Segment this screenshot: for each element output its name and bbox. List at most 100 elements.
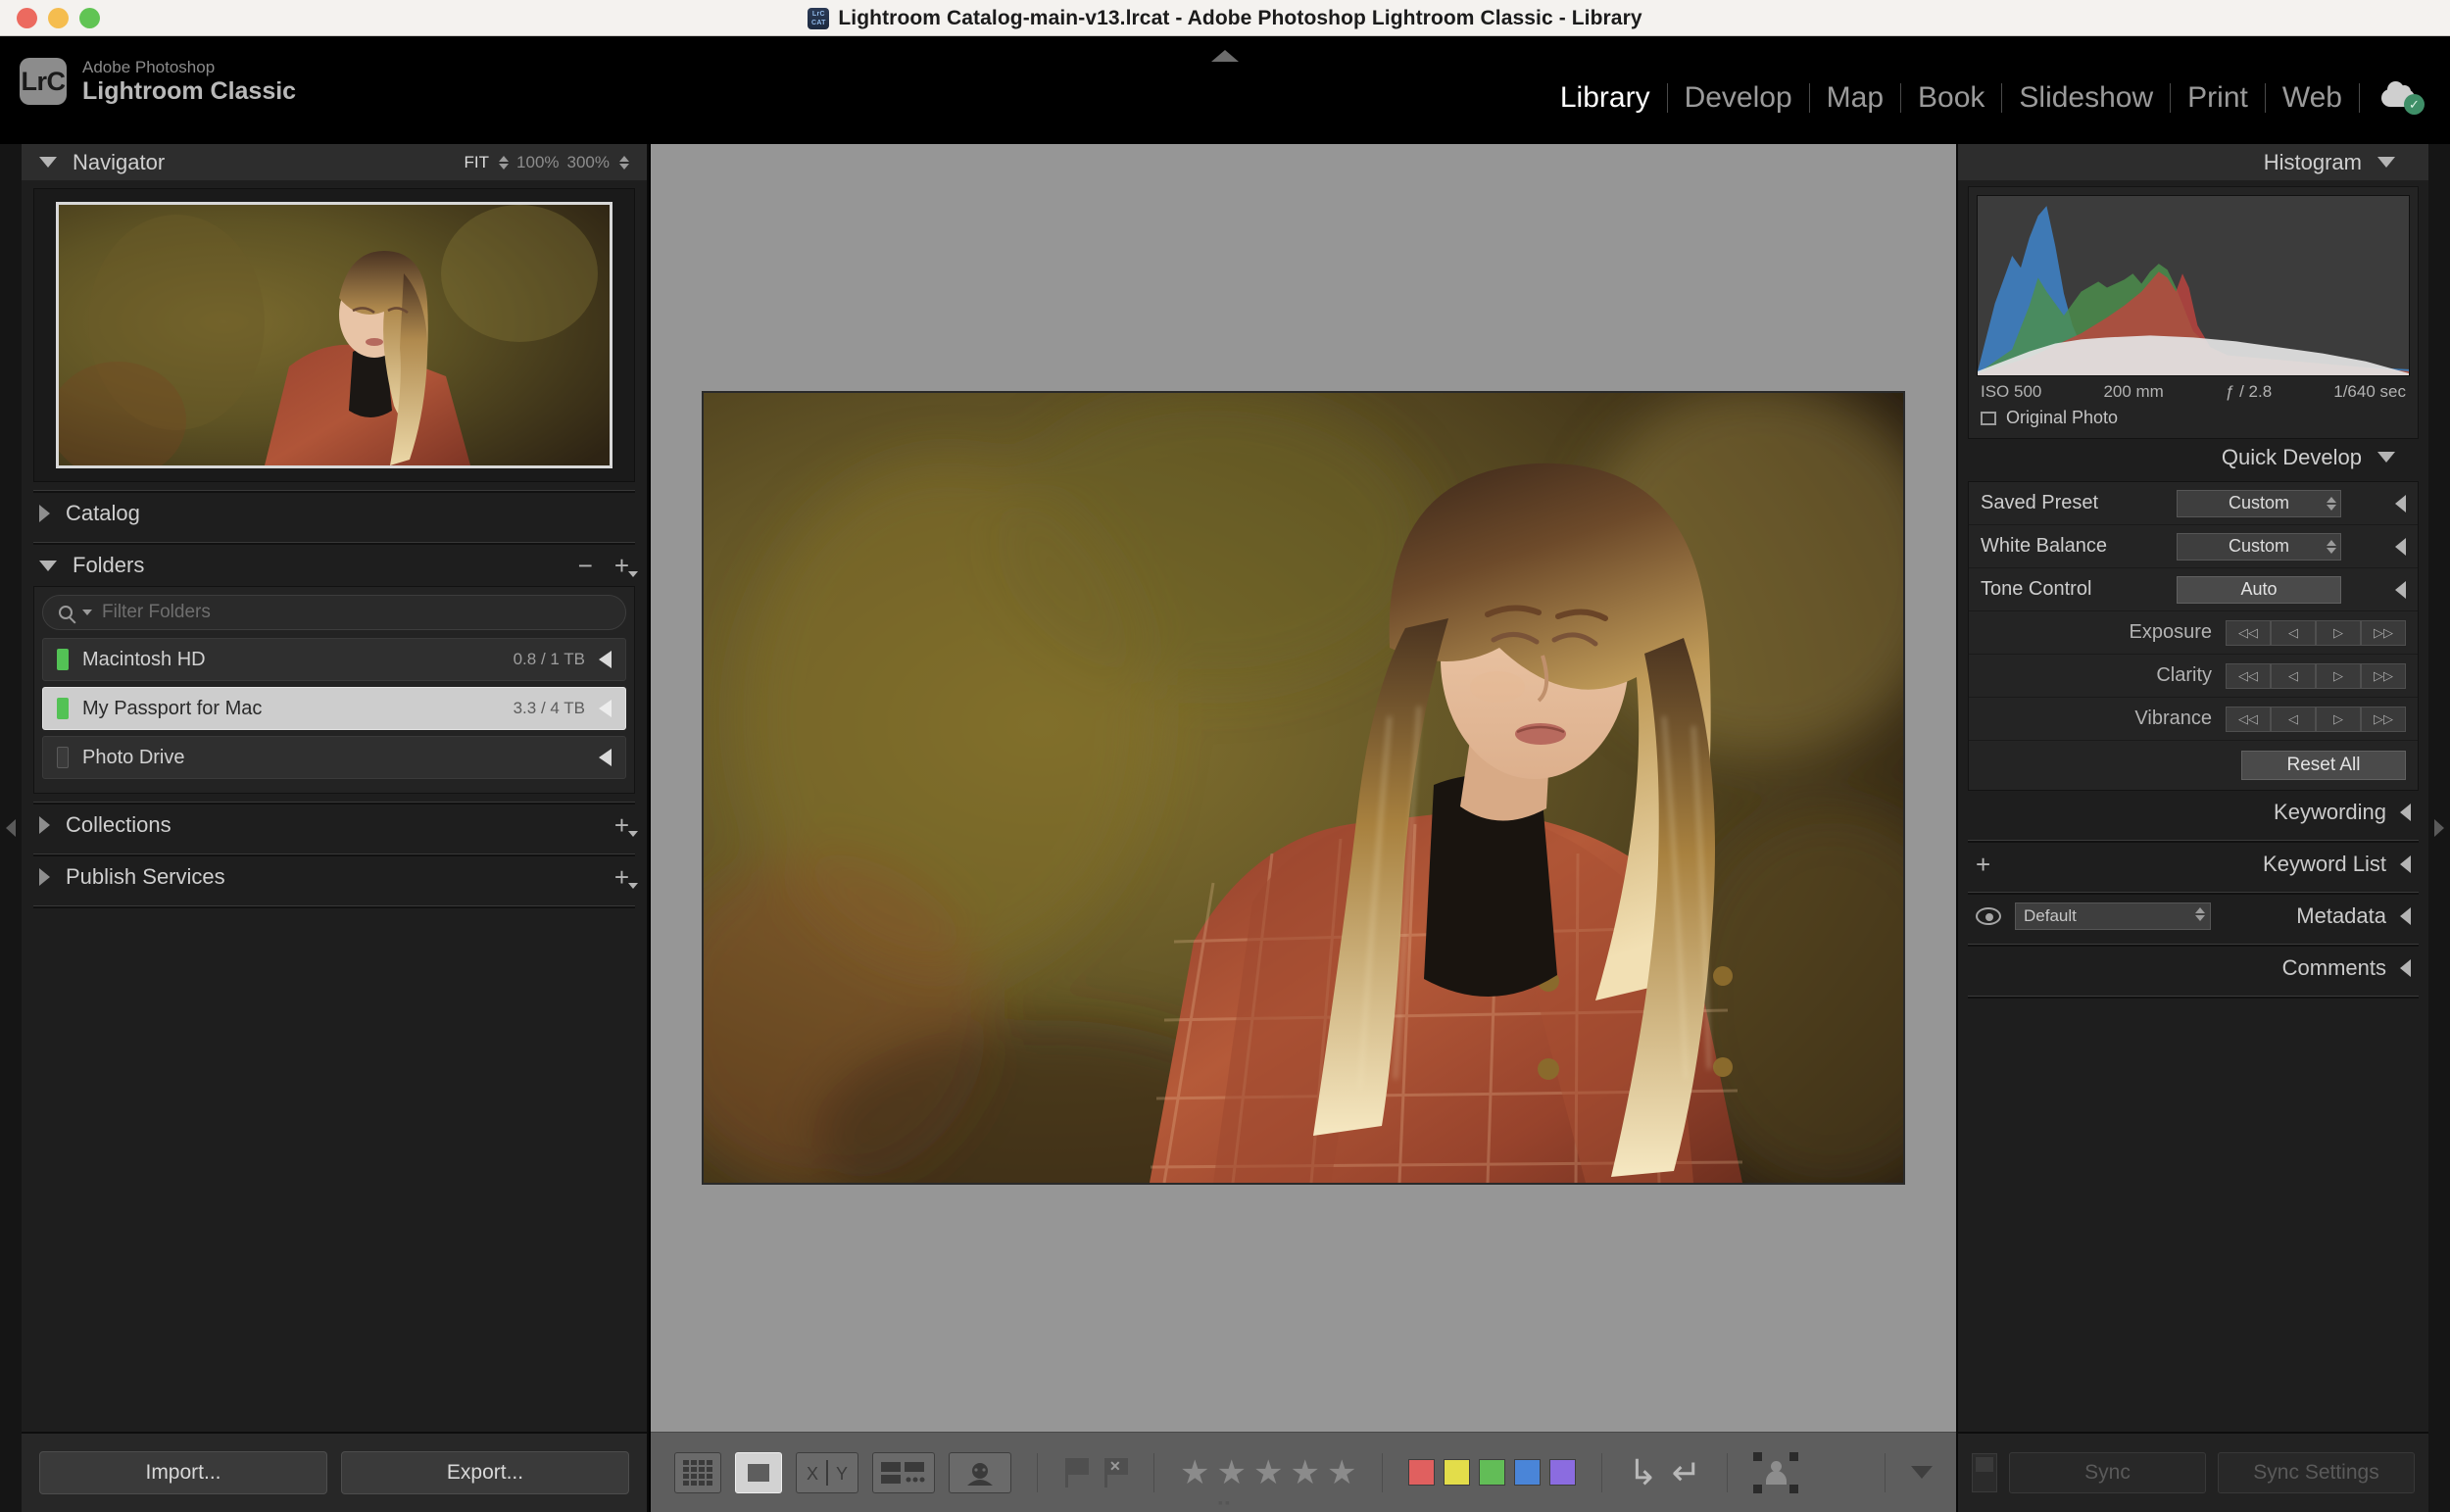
import-button[interactable]: Import...: [39, 1451, 327, 1494]
rotate-right-icon[interactable]: ↵: [1672, 1455, 1701, 1490]
toolbar-options-chevron-icon[interactable]: [1911, 1466, 1933, 1479]
people-view-icon[interactable]: [949, 1452, 1011, 1493]
star-4-icon[interactable]: ★: [1290, 1456, 1319, 1489]
color-label-yellow[interactable]: [1444, 1459, 1470, 1486]
stepper-icon[interactable]: [2327, 540, 2336, 554]
module-book[interactable]: Book: [1901, 81, 2001, 115]
chevron-down-icon[interactable]: [2377, 452, 2395, 463]
saved-preset-select[interactable]: Custom: [2177, 490, 2341, 517]
comments-expand-icon[interactable]: [2400, 959, 2411, 977]
folder-volume-row[interactable]: Photo Drive: [42, 736, 626, 779]
chevron-down-icon[interactable]: [82, 610, 92, 615]
module-library[interactable]: Library: [1544, 81, 1667, 115]
metadata-section-header[interactable]: Default Metadata: [1958, 895, 2428, 938]
chevron-right-icon[interactable]: [39, 816, 50, 834]
cloud-sync-icon[interactable]: ✓: [2381, 81, 2425, 115]
zoom-fit-option[interactable]: FIT: [465, 153, 490, 172]
navigator-header[interactable]: Navigator FIT 100% 300%: [22, 144, 647, 180]
vibrance-big-increase-button[interactable]: ▷▷: [2361, 707, 2406, 732]
zoom-custom-stepper-icon[interactable]: [619, 156, 629, 170]
zoom-fit-stepper-icon[interactable]: [499, 156, 509, 170]
add-collection-button[interactable]: +: [614, 810, 629, 841]
keywording-expand-icon[interactable]: [2400, 804, 2411, 821]
exposure-decrease-button[interactable]: ◁: [2271, 620, 2316, 646]
zoom-300-option[interactable]: 300%: [567, 153, 610, 172]
flag-reject-icon[interactable]: ✕: [1102, 1458, 1128, 1488]
publish-services-section-header[interactable]: Publish Services +: [22, 856, 647, 898]
chevron-right-icon[interactable]: [39, 505, 50, 522]
loupe-viewer[interactable]: [651, 144, 1956, 1432]
star-5-icon[interactable]: ★: [1327, 1456, 1356, 1489]
saved-preset-expand-icon[interactable]: [2395, 495, 2406, 512]
photo-frame[interactable]: [702, 391, 1905, 1185]
volume-expand-icon[interactable]: [599, 700, 612, 717]
module-web[interactable]: Web: [2266, 81, 2359, 115]
auto-tone-button[interactable]: Auto: [2177, 576, 2341, 604]
collections-section-header[interactable]: Collections +: [22, 805, 647, 846]
navigator-thumbnail[interactable]: [56, 202, 612, 468]
module-slideshow[interactable]: Slideshow: [2002, 81, 2170, 115]
comments-section-header[interactable]: Comments: [1958, 947, 2428, 990]
add-publish-service-button[interactable]: +: [614, 862, 629, 893]
color-label-purple[interactable]: [1549, 1459, 1576, 1486]
navigator-preview[interactable]: [33, 188, 635, 482]
white-balance-select[interactable]: Custom: [2177, 533, 2341, 561]
filter-folders-input[interactable]: Filter Folders: [42, 595, 626, 630]
histogram-header[interactable]: Histogram: [1958, 144, 2428, 180]
star-2-icon[interactable]: ★: [1216, 1456, 1246, 1489]
module-develop[interactable]: Develop: [1668, 81, 1809, 115]
keyword-list-section-header[interactable]: + Keyword List: [1958, 843, 2428, 886]
folders-section-header[interactable]: Folders − +: [22, 545, 647, 586]
sync-settings-button[interactable]: Sync Settings: [2218, 1452, 2415, 1493]
chevron-down-icon[interactable]: [39, 561, 57, 571]
chevron-right-icon[interactable]: [39, 868, 50, 886]
color-label-blue[interactable]: [1514, 1459, 1541, 1486]
clarity-decrease-button[interactable]: ◁: [2271, 663, 2316, 689]
quick-develop-header[interactable]: Quick Develop: [1958, 439, 2428, 475]
color-label-green[interactable]: [1479, 1459, 1505, 1486]
volume-expand-icon[interactable]: [599, 651, 612, 668]
metadata-visibility-icon[interactable]: [1976, 907, 2001, 925]
reset-all-button[interactable]: Reset All: [2241, 751, 2406, 780]
original-photo-checkbox[interactable]: [1981, 412, 1996, 425]
zoom-100-option[interactable]: 100%: [516, 153, 559, 172]
exposure-big-decrease-button[interactable]: ◁◁: [2226, 620, 2271, 646]
keyword-list-expand-icon[interactable]: [2400, 855, 2411, 873]
star-3-icon[interactable]: ★: [1253, 1456, 1283, 1489]
clarity-big-decrease-button[interactable]: ◁◁: [2226, 663, 2271, 689]
vibrance-increase-button[interactable]: ▷: [2316, 707, 2361, 732]
exposure-increase-button[interactable]: ▷: [2316, 620, 2361, 646]
add-keyword-button[interactable]: +: [1976, 850, 1990, 880]
rotate-left-icon[interactable]: ↳: [1628, 1455, 1657, 1490]
top-panel-toggle-icon[interactable]: [1211, 50, 1239, 62]
metadata-preset-select[interactable]: Default: [2015, 902, 2211, 930]
original-photo-row[interactable]: Original Photo: [1977, 404, 2410, 430]
folder-volume-row[interactable]: My Passport for Mac 3.3 / 4 TB: [42, 687, 626, 730]
grid-view-icon[interactable]: [674, 1452, 721, 1493]
color-label-red[interactable]: [1408, 1459, 1435, 1486]
face-detection-icon[interactable]: [1753, 1452, 1798, 1493]
vibrance-decrease-button[interactable]: ◁: [2271, 707, 2316, 732]
left-panel-collapse-handle[interactable]: [0, 144, 22, 1512]
sync-button[interactable]: Sync: [2009, 1452, 2206, 1493]
flag-pick-icon[interactable]: [1063, 1458, 1089, 1488]
sync-toggle-icon[interactable]: [1972, 1453, 1997, 1492]
loupe-view-icon[interactable]: [735, 1452, 782, 1493]
exposure-big-increase-button[interactable]: ▷▷: [2361, 620, 2406, 646]
volume-expand-icon[interactable]: [599, 749, 612, 766]
filmstrip-toggle-icon[interactable]: ▪▪: [1218, 1494, 1232, 1510]
catalog-section-header[interactable]: Catalog: [22, 493, 647, 534]
remove-folder-button[interactable]: −: [578, 551, 593, 581]
chevron-down-icon[interactable]: [2377, 157, 2395, 168]
export-button[interactable]: Export...: [341, 1451, 629, 1494]
keywording-section-header[interactable]: Keywording: [1958, 791, 2428, 834]
vibrance-big-decrease-button[interactable]: ◁◁: [2226, 707, 2271, 732]
clarity-increase-button[interactable]: ▷: [2316, 663, 2361, 689]
star-rating-control[interactable]: ★ ★ ★ ★ ★: [1180, 1456, 1356, 1489]
white-balance-expand-icon[interactable]: [2395, 538, 2406, 556]
star-1-icon[interactable]: ★: [1180, 1456, 1209, 1489]
folder-volume-row[interactable]: Macintosh HD 0.8 / 1 TB: [42, 638, 626, 681]
clarity-big-increase-button[interactable]: ▷▷: [2361, 663, 2406, 689]
stepper-icon[interactable]: [2195, 907, 2205, 921]
compare-view-icon[interactable]: X Y: [796, 1452, 858, 1493]
